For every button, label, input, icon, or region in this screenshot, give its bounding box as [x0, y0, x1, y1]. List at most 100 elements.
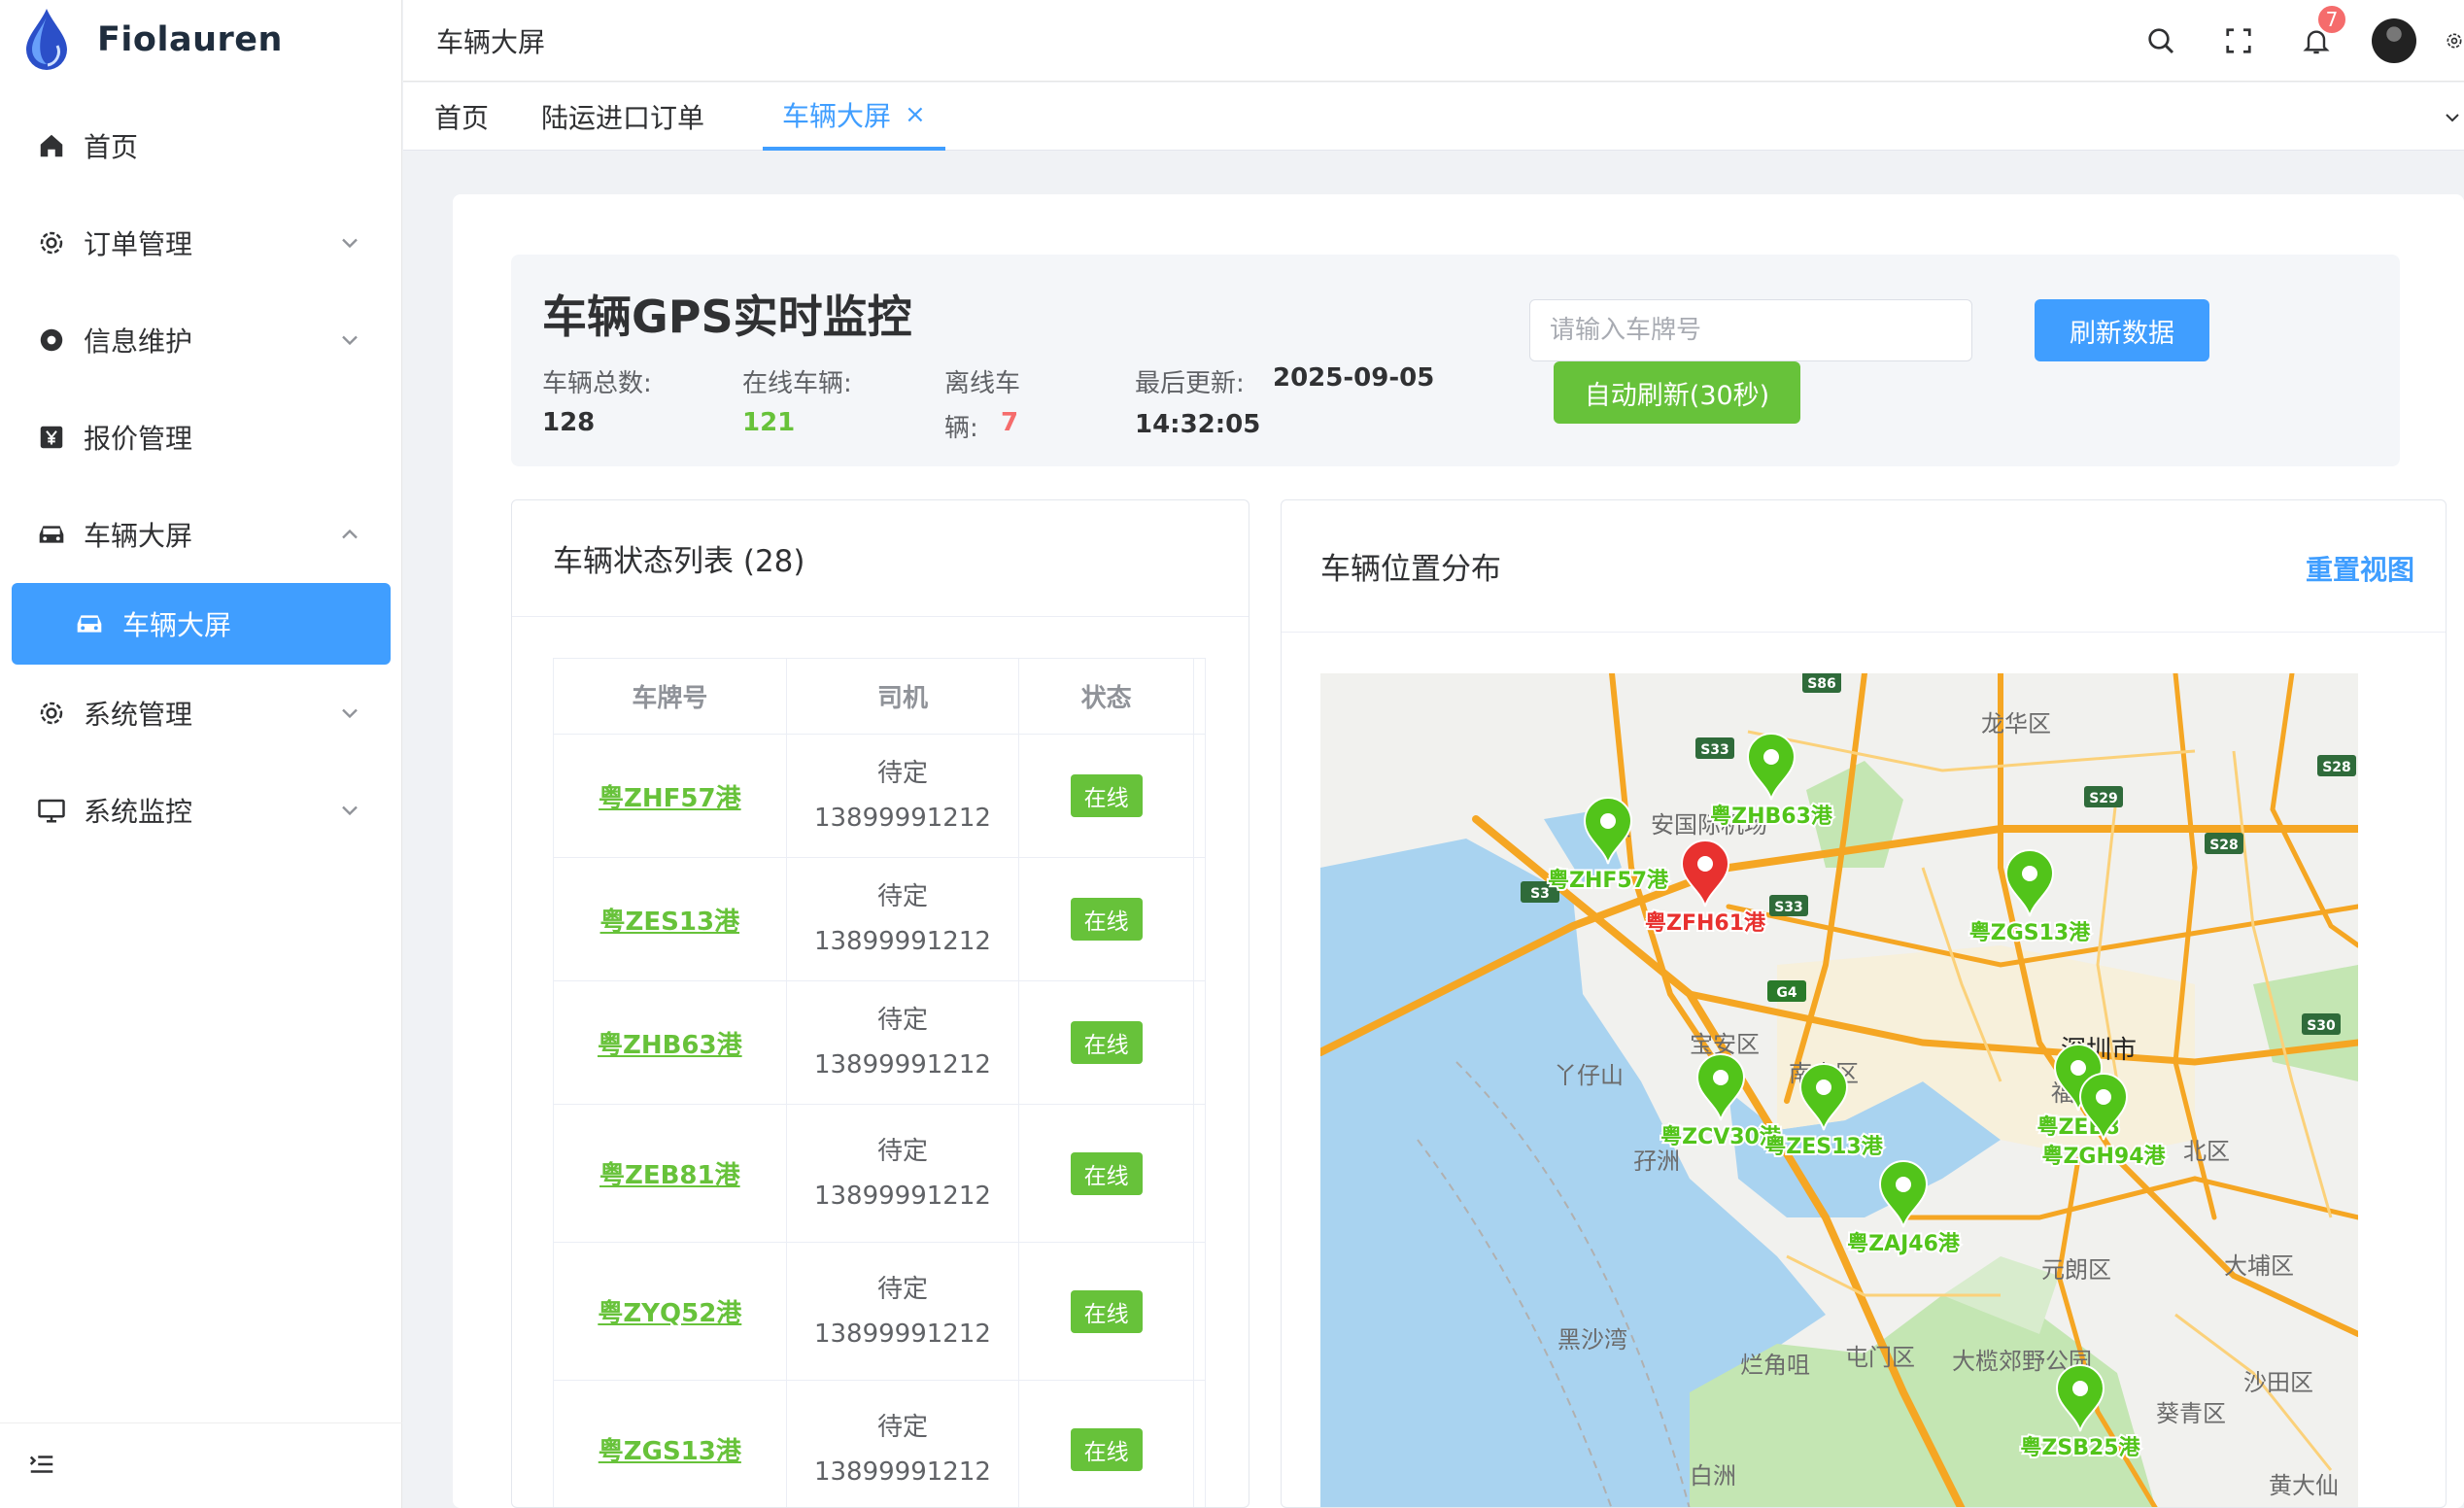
gps-summary: 车辆GPS实时监控 车辆总数: 128 在线车辆: 121 离线车 辆: 7 最…	[511, 255, 2400, 466]
sidebar-item-label: 系统监控	[84, 796, 193, 828]
auto-refresh-button[interactable]: 自动刷新(30秒)	[1554, 361, 1800, 424]
tab-home[interactable]: 首页	[434, 83, 489, 151]
map-road-shield: S86	[1802, 673, 1841, 693]
tab-label: 首页	[434, 102, 490, 134]
table-row[interactable]: 粤ZES13港 待定 13899991212 在线	[554, 858, 1206, 981]
map-place-label: 龙华区	[1981, 710, 2051, 737]
yen-icon	[35, 421, 68, 454]
sidebar-footer	[0, 1422, 402, 1508]
plate-link[interactable]: 粤ZES13港	[600, 902, 740, 938]
column-header-extra	[1194, 659, 1206, 735]
app-name: Fiolauren	[97, 20, 283, 59]
notification-bell[interactable]: 7	[2289, 4, 2347, 68]
online-vehicles-label: 在线车辆:	[742, 369, 852, 398]
map-road-shield: S29	[2084, 786, 2123, 807]
map-place-label: 烂角咀	[1740, 1352, 1810, 1379]
sidebar-item-system[interactable]: 系统管理	[0, 665, 402, 762]
sidebar-item-info[interactable]: 信息维护	[0, 291, 402, 389]
vehicle-map-card: 车辆位置分布 重置视图 龙华区 深圳市 宝安区 丫仔山 孖洲 元朗区 大埔区 黑…	[1281, 499, 2447, 1508]
last-updated-time: 14:32:05	[1135, 410, 1261, 439]
table-header: 车牌号 司机 状态	[554, 659, 1206, 735]
sidebar-item-quotes[interactable]: 报价管理	[0, 389, 402, 486]
logo[interactable]: Fiolauren	[19, 0, 283, 80]
sidebar-item-label: 车辆大屏	[84, 520, 193, 552]
map-place-label: 黄大仙	[2269, 1472, 2339, 1499]
table-row[interactable]: 粤ZGS13港 待定 13899991212 在线	[554, 1381, 1206, 1507]
sidebar-item-label: 系统管理	[84, 699, 193, 731]
driver-phone: 13899991212	[813, 1457, 991, 1487]
tab-vehicle-screen[interactable]: 车辆大屏 ×	[763, 83, 945, 151]
notification-badge: 7	[2316, 4, 2347, 35]
chevron-down-icon	[342, 238, 358, 249]
map-place-label: 大埔区	[2224, 1252, 2294, 1280]
sidebar-item-label: 信息维护	[84, 326, 193, 358]
chevron-down-icon	[342, 805, 358, 816]
plate-link[interactable]: 粤ZEB81港	[599, 1155, 740, 1191]
marker-label: 粤ZCV30港	[1660, 1124, 1782, 1149]
marker-label: 粤ZGS13港	[1969, 920, 2091, 945]
column-header-plate[interactable]: 车牌号	[554, 659, 787, 735]
offline-vehicles-label-2: 辆:	[944, 414, 978, 443]
user-avatar[interactable]	[2367, 14, 2421, 68]
map-road-shield: S28	[2317, 755, 2356, 776]
offline-vehicles-value: 7	[1001, 408, 1019, 437]
sidebar-item-monitor[interactable]: 系统监控	[0, 762, 402, 859]
driver-phone: 13899991212	[813, 927, 991, 956]
table-row[interactable]: 粤ZHF57港 待定 13899991212 在线	[554, 735, 1206, 858]
logo-icon	[19, 5, 74, 75]
chevron-down-icon[interactable]	[2441, 106, 2464, 129]
tab-land-import-orders[interactable]: 陆运进口订单	[541, 83, 704, 151]
gear-solid-icon	[35, 324, 68, 357]
total-vehicles-label: 车辆总数:	[542, 369, 652, 398]
status-badge: 在线	[1070, 1021, 1143, 1064]
map-canvas[interactable]: 龙华区深圳市宝安区南山区福田区丫仔山孖洲元朗区大埔区黑沙湾烂角咀屯门区大榄郊野公…	[1320, 673, 2358, 1508]
fullscreen-icon[interactable]	[2211, 14, 2266, 68]
sidebar-subitem-vehicle-screen[interactable]: 车辆大屏	[12, 583, 391, 665]
sidebar-menu: 首页 订单管理 信息维护 报价管理 车辆大屏 车辆大屏 系统管理 系统监控	[0, 97, 402, 859]
gear-icon	[35, 697, 68, 730]
plate-link[interactable]: 粤ZHF57港	[599, 778, 741, 814]
sidebar-item-orders[interactable]: 订单管理	[0, 194, 402, 291]
plate-link[interactable]: 粤ZHB63港	[598, 1025, 742, 1061]
car-icon	[35, 518, 68, 551]
sidebar-item-label: 订单管理	[84, 228, 193, 260]
vehicle-map[interactable]: 龙华区深圳市宝安区南山区福田区丫仔山孖洲元朗区大埔区黑沙湾烂角咀屯门区大榄郊野公…	[1320, 673, 2358, 1508]
status-badge: 在线	[1070, 1427, 1143, 1471]
driver-name: 待定	[876, 882, 928, 911]
search-icon[interactable]	[2134, 14, 2188, 68]
sidebar-item-vehicle-screen[interactable]: 车辆大屏	[0, 486, 402, 583]
table-row[interactable]: 粤ZHB63港 待定 13899991212 在线	[554, 981, 1206, 1105]
car-icon	[74, 607, 107, 640]
marker-label: 粤ZSB25港	[2020, 1435, 2140, 1460]
svg-text:S86: S86	[1807, 676, 1836, 692]
driver-phone: 13899991212	[813, 1181, 991, 1211]
close-icon[interactable]: ×	[905, 100, 926, 129]
status-badge: 在线	[1070, 1151, 1143, 1195]
table-row[interactable]: 粤ZYQ52港 待定 13899991212 在线	[554, 1243, 1206, 1381]
svg-text:S28: S28	[2209, 838, 2239, 853]
map-road-shield: S33	[1769, 895, 1808, 916]
plate-search-input[interactable]	[1529, 299, 1972, 361]
collapse-sidebar-icon[interactable]	[27, 1450, 56, 1483]
refresh-data-button[interactable]: 刷新数据	[2035, 299, 2209, 361]
reset-view-link[interactable]: 重置视图	[2306, 549, 2414, 588]
plate-link[interactable]: 粤ZGS13港	[599, 1431, 741, 1467]
svg-text:S3: S3	[1530, 886, 1550, 902]
vehicle-status-list: 车辆状态列表 (28) 车牌号 司机 状态 粤ZHF57港 待定 13899991…	[511, 499, 1249, 1508]
status-badge: 在线	[1070, 1289, 1143, 1333]
marker-label: 粤ZES13港	[1764, 1134, 1883, 1159]
sidebar-item-label: 报价管理	[84, 423, 193, 455]
sidebar-item-home[interactable]: 首页	[0, 97, 402, 194]
top-header: 车辆大屏 7	[403, 0, 2464, 82]
online-vehicles-value: 121	[742, 408, 796, 437]
column-header-status[interactable]: 状态	[1019, 659, 1195, 735]
map-place-label: 丫仔山	[1554, 1062, 1624, 1089]
plate-link[interactable]: 粤ZYQ52港	[598, 1293, 741, 1329]
svg-text:S28: S28	[2322, 760, 2351, 775]
map-road-shield: S33	[1695, 737, 1734, 759]
column-header-driver[interactable]: 司机	[786, 659, 1020, 735]
table-row[interactable]: 粤ZEB81港 待定 13899991212 在线	[554, 1105, 1206, 1243]
settings-icon[interactable]	[2445, 14, 2464, 68]
driver-name: 待定	[876, 1006, 928, 1035]
driver-name: 待定	[876, 759, 928, 788]
